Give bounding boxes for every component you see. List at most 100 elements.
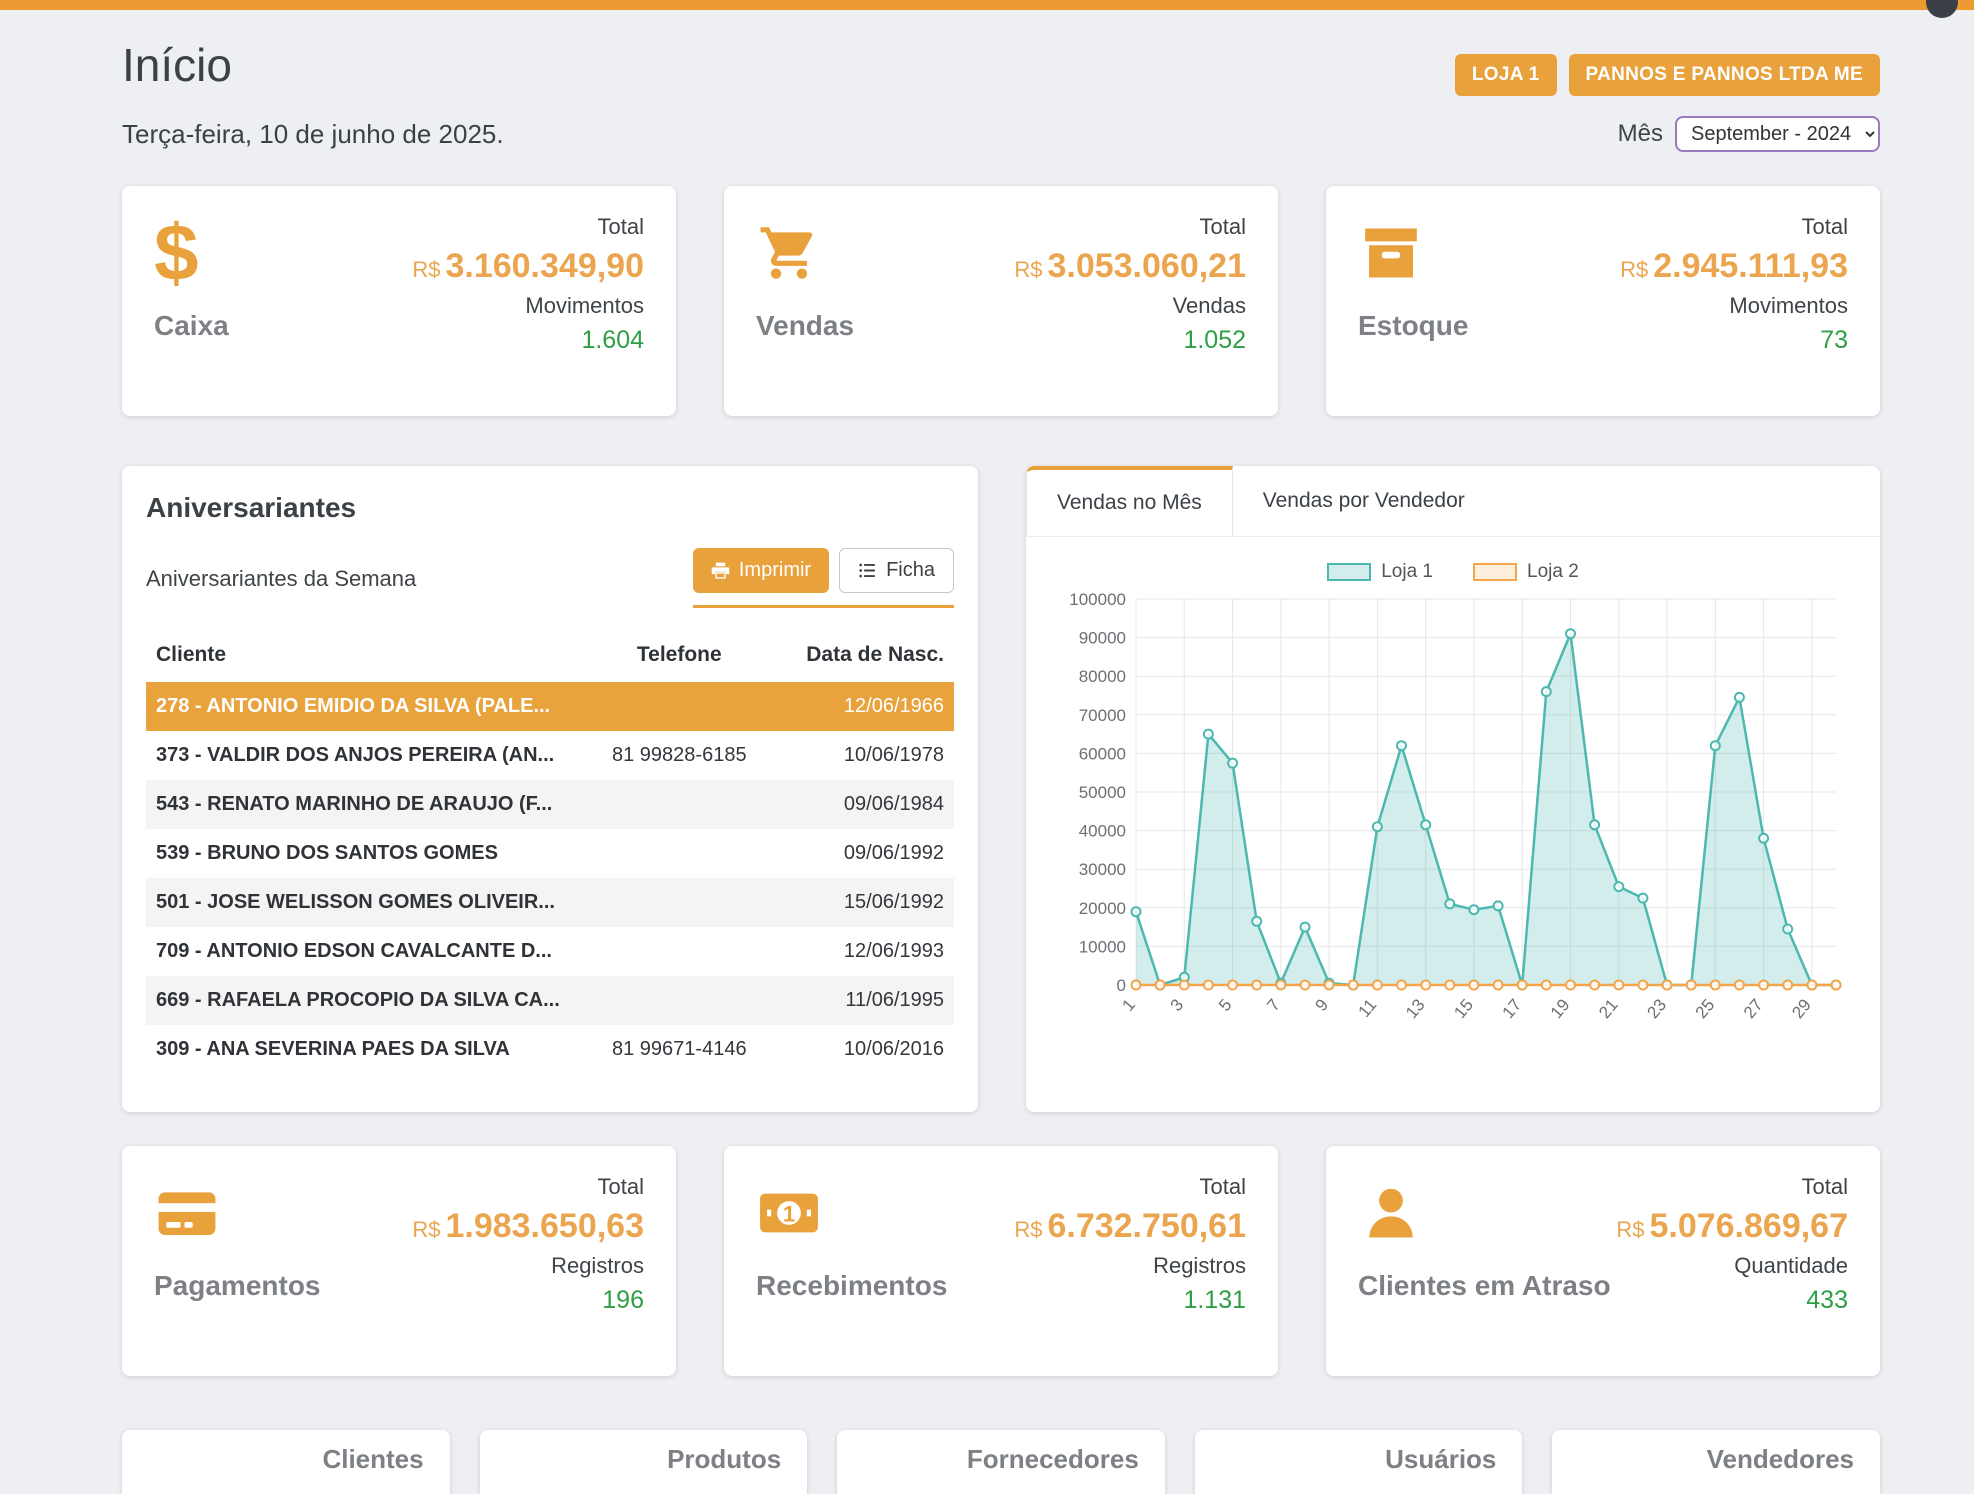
legend-label-loja2: Loja 2 <box>1527 561 1579 583</box>
table-row[interactable]: 278 - ANTONIO EMIDIO DA SILVA (PALE... 1… <box>146 682 954 731</box>
count-label: Quantidade <box>1616 1253 1848 1279</box>
person-icon <box>1358 1174 1611 1252</box>
ficha-button[interactable]: Ficha <box>839 548 954 593</box>
chart-tabs: Vendas no Mês Vendas por Vendedor <box>1026 466 1880 537</box>
print-button-label: Imprimir <box>739 559 811 582</box>
cart-icon <box>756 214 854 292</box>
legend-item-loja2[interactable]: Loja 2 <box>1473 561 1579 583</box>
stat-card-title: Clientes em Atraso <box>1358 1270 1611 1302</box>
table-row[interactable]: 373 - VALDIR DOS ANJOS PEREIRA (AN... 81… <box>146 731 954 780</box>
table-row[interactable]: 501 - JOSE WELISSON GOMES OLIVEIR... 15/… <box>146 878 954 927</box>
stat-card-left: Pagamentos <box>154 1174 321 1348</box>
svg-text:21: 21 <box>1595 995 1622 1022</box>
summary-card-produtos[interactable]: Produtos <box>480 1430 808 1494</box>
summary-card-label: Fornecedores <box>967 1444 1139 1474</box>
table-row[interactable]: 543 - RENATO MARINHO DE ARAUJO (F... 09/… <box>146 780 954 829</box>
currency-symbol: R$ <box>1014 257 1042 282</box>
client-cell: 309 - ANA SEVERINA PAES DA SILVA <box>146 1025 574 1074</box>
stat-card-values: Total R$2.945.111,93 Movimentos 73 <box>1620 214 1848 388</box>
svg-text:20000: 20000 <box>1079 899 1126 918</box>
svg-text:17: 17 <box>1499 995 1526 1022</box>
birthdate-cell: 09/06/1992 <box>784 829 954 878</box>
count-label: Movimentos <box>412 293 644 319</box>
page-title: Início <box>122 38 232 92</box>
count-value: 1.604 <box>412 326 644 355</box>
svg-text:11: 11 <box>1355 995 1381 1021</box>
total-amount: R$5.076.869,67 <box>1616 1207 1848 1246</box>
chart-body: Loja 1 Loja 2 01000020000300004000050000… <box>1026 537 1880 1057</box>
birthdays-table-body: 278 - ANTONIO EMIDIO DA SILVA (PALE... 1… <box>146 682 954 1074</box>
birthdate-cell: 12/06/1993 <box>784 927 954 976</box>
summary-card-usuarios[interactable]: Usuários <box>1195 1430 1523 1494</box>
currency-symbol: R$ <box>1616 1217 1644 1242</box>
summary-card-label: Clientes <box>322 1444 423 1474</box>
currency-symbol: R$ <box>412 1217 440 1242</box>
stat-card-left: 1 Recebimentos <box>756 1174 947 1348</box>
currency-symbol: R$ <box>1014 1217 1042 1242</box>
sales-area-chart: 0100002000030000400005000060000700008000… <box>1050 587 1856 1057</box>
phone-cell: 81 99671-4146 <box>574 1025 784 1074</box>
client-cell: 669 - RAFAELA PROCOPIO DA SILVA CA... <box>146 976 574 1025</box>
header-buttons: LOJA 1 PANNOS E PANNOS LTDA ME <box>1455 54 1880 96</box>
svg-text:10000: 10000 <box>1079 937 1126 956</box>
total-label: Total <box>1616 1174 1848 1200</box>
total-amount: R$3.053.060,21 <box>1014 247 1246 286</box>
svg-text:5: 5 <box>1215 995 1236 1014</box>
box-icon <box>1358 214 1468 292</box>
birthdate-cell: 10/06/1978 <box>784 731 954 780</box>
money-bill-icon: 1 <box>756 1174 947 1252</box>
total-label: Total <box>1014 1174 1246 1200</box>
svg-text:80000: 80000 <box>1079 667 1126 686</box>
tab-vendas-no-mes[interactable]: Vendas no Mês <box>1026 466 1233 536</box>
column-header-data-nasc: Data de Nasc. <box>784 628 954 682</box>
tab-vendas-por-vendedor[interactable]: Vendas por Vendedor <box>1233 466 1495 536</box>
print-button[interactable]: Imprimir <box>693 548 829 593</box>
client-cell: 543 - RENATO MARINHO DE ARAUJO (F... <box>146 780 574 829</box>
dashboard-content: Início LOJA 1 PANNOS E PANNOS LTDA ME Te… <box>122 10 1880 1494</box>
stat-card-estoque: Estoque Total R$2.945.111,93 Movimentos … <box>1326 186 1880 416</box>
svg-text:9: 9 <box>1312 995 1333 1014</box>
summary-card-vendedores[interactable]: Vendedores <box>1552 1430 1880 1494</box>
count-value: 196 <box>412 1286 644 1315</box>
legend-label-loja1: Loja 1 <box>1381 561 1433 583</box>
svg-text:29: 29 <box>1788 995 1815 1022</box>
user-avatar[interactable] <box>1926 0 1958 18</box>
stat-card-vendas: Vendas Total R$3.053.060,21 Vendas 1.052 <box>724 186 1278 416</box>
summary-card-label: Produtos <box>667 1444 781 1474</box>
stat-card-caixa: $ Caixa Total R$3.160.349,90 Movimentos … <box>122 186 676 416</box>
table-row[interactable]: 309 - ANA SEVERINA PAES DA SILVA 81 9967… <box>146 1025 954 1074</box>
top-stat-cards-row: $ Caixa Total R$3.160.349,90 Movimentos … <box>122 186 1880 416</box>
total-label: Total <box>1014 214 1246 240</box>
count-label: Movimentos <box>1620 293 1848 319</box>
list-icon <box>858 561 877 580</box>
legend-item-loja1[interactable]: Loja 1 <box>1327 561 1433 583</box>
company-button[interactable]: PANNOS E PANNOS LTDA ME <box>1569 54 1880 96</box>
svg-text:100000: 100000 <box>1069 590 1126 609</box>
total-amount: R$3.160.349,90 <box>412 247 644 286</box>
svg-text:19: 19 <box>1547 995 1574 1022</box>
credit-card-icon <box>154 1174 321 1252</box>
birthdays-actions: Imprimir Ficha <box>693 548 954 608</box>
table-row[interactable]: 669 - RAFAELA PROCOPIO DA SILVA CA... 11… <box>146 976 954 1025</box>
stat-card-title: Estoque <box>1358 310 1468 342</box>
birthdate-cell: 09/06/1984 <box>784 780 954 829</box>
client-cell: 501 - JOSE WELISSON GOMES OLIVEIR... <box>146 878 574 927</box>
currency-symbol: R$ <box>412 257 440 282</box>
store-button[interactable]: LOJA 1 <box>1455 54 1557 96</box>
column-header-cliente: Cliente <box>146 628 574 682</box>
svg-text:1: 1 <box>1118 995 1139 1014</box>
stat-card-values: Total R$5.076.869,67 Quantidade 433 <box>1616 1174 1848 1348</box>
svg-text:0: 0 <box>1117 976 1126 995</box>
phone-cell <box>574 878 784 927</box>
birthdays-subheader: Aniversariantes da Semana Imprimir Ficha <box>146 548 954 608</box>
summary-card-fornecedores[interactable]: Fornecedores <box>837 1430 1165 1494</box>
table-row[interactable]: 539 - BRUNO DOS SANTOS GOMES 09/06/1992 <box>146 829 954 878</box>
svg-text:30000: 30000 <box>1079 860 1126 879</box>
stat-card-values: Total R$3.053.060,21 Vendas 1.052 <box>1014 214 1246 388</box>
client-cell: 373 - VALDIR DOS ANJOS PEREIRA (AN... <box>146 731 574 780</box>
svg-text:1: 1 <box>783 1201 795 1226</box>
summary-card-clientes[interactable]: Clientes <box>122 1430 450 1494</box>
month-select[interactable]: September - 2024 <box>1675 116 1880 152</box>
total-amount: R$1.983.650,63 <box>412 1207 644 1246</box>
table-row[interactable]: 709 - ANTONIO EDSON CAVALCANTE D... 12/0… <box>146 927 954 976</box>
